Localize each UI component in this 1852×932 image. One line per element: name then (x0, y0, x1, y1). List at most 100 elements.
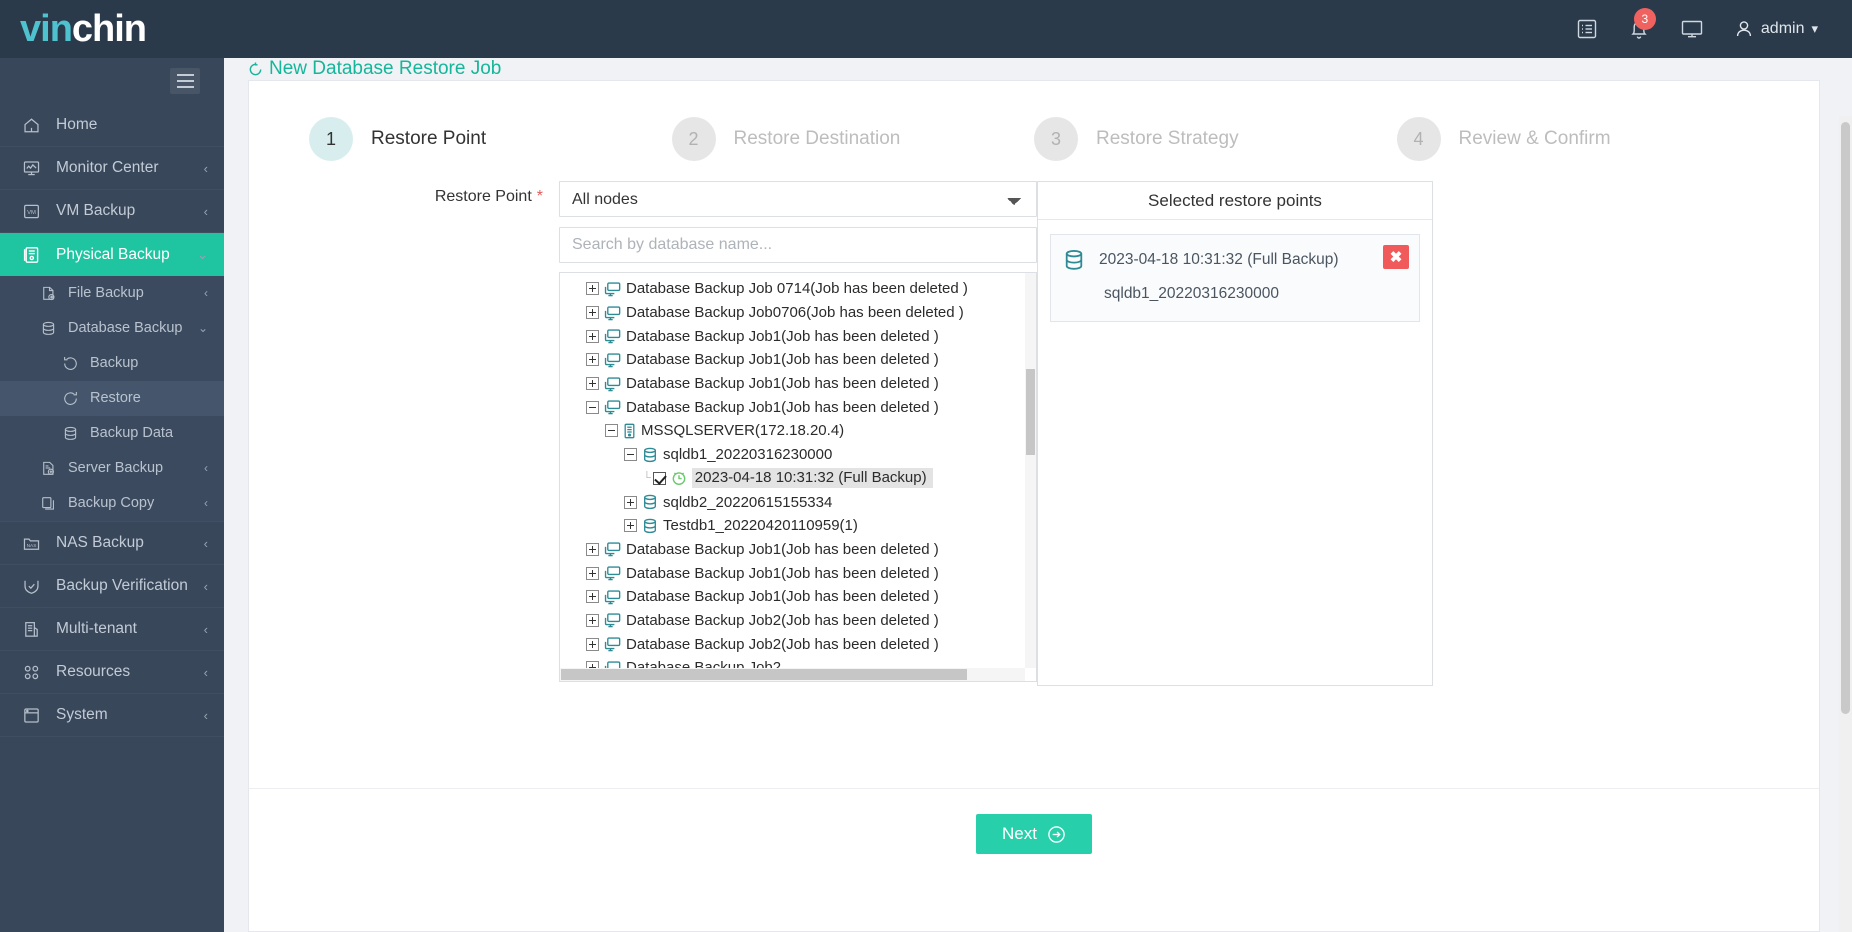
selected-restore-points-panel: Selected restore points 2023-04-18 10:31… (1037, 181, 1433, 686)
expand-node-icon[interactable] (586, 329, 599, 343)
bell-icon[interactable]: 3 (1628, 7, 1656, 41)
tree-node[interactable]: Database Backup Job1(Job has been delete… (560, 324, 1025, 348)
top-header-bar: vinchin 3 admin ▾ (0, 0, 1852, 58)
collapse-node-icon[interactable] (605, 424, 618, 438)
expand-node-icon[interactable] (586, 306, 599, 320)
wizard-step-2[interactable]: 2 Restore Destination (671, 117, 1035, 161)
sidebar-item-database-backup[interactable]: Database Backup ⌄ (0, 311, 224, 346)
expand-node-icon[interactable] (586, 613, 599, 627)
tree-node[interactable]: Database Backup Job2(Job has been delete… (560, 609, 1025, 633)
chevron-down-icon: ⌄ (197, 246, 208, 262)
home-icon (22, 116, 48, 135)
tree-node[interactable]: sqldb2_20220615155334 (560, 490, 1025, 514)
restore-point-tree: Database Backup Job 0714(Job has been de… (560, 273, 1025, 668)
collapse-node-icon[interactable] (586, 400, 599, 414)
sidebar-item-server-backup[interactable]: Server Backup ‹ (0, 451, 224, 486)
tree-node[interactable]: Database Backup Job1(Job has been delete… (560, 348, 1025, 372)
tree-node-label: Database Backup Job1(Job has been delete… (626, 398, 939, 416)
db-icon (642, 494, 658, 510)
node-select[interactable]: All nodes (559, 181, 1037, 217)
tree-horizontal-scrollbar[interactable] (560, 668, 1025, 681)
sidebar-item-system[interactable]: System ‹ (0, 694, 224, 737)
expand-node-icon[interactable] (586, 566, 599, 580)
chevron-down-icon: ⌄ (197, 321, 208, 335)
sidebar-item-label: Backup (90, 355, 139, 371)
tree-node-label: MSSQLSERVER(172.18.20.4) (641, 422, 845, 440)
expand-node-icon[interactable] (586, 637, 599, 651)
tree-node[interactable]: Database Backup Job1(Job has been delete… (560, 395, 1025, 419)
expand-node-icon[interactable] (624, 495, 637, 509)
tree-node[interactable]: MSSQLSERVER(172.18.20.4) (560, 419, 1025, 443)
user-menu[interactable]: admin ▾ (1734, 19, 1818, 39)
tree-node[interactable]: Database Backup Job1(Job has been delete… (560, 372, 1025, 396)
step-number: 4 (1396, 117, 1441, 161)
notification-badge: 3 (1633, 7, 1656, 30)
page-scrollbar[interactable] (1839, 116, 1852, 932)
host-icon (604, 376, 621, 392)
page-scrollbar-thumb[interactable] (1841, 122, 1850, 714)
tree-node[interactable]: Database Backup Job2 (560, 656, 1025, 668)
sidebar-item-label: Database Backup (68, 320, 183, 336)
expand-node-icon[interactable] (586, 542, 599, 556)
sidebar-item-backup-copy[interactable]: Backup Copy ‹ (0, 486, 224, 521)
host-icon (604, 352, 621, 368)
sidebar-item-monitor-center[interactable]: Monitor Center ‹ (0, 147, 224, 190)
sidebar-item-backup-verification[interactable]: Backup Verification ‹ (0, 565, 224, 608)
tree-vertical-scrollbar[interactable] (1025, 273, 1036, 668)
search-input[interactable] (559, 227, 1037, 263)
expand-node-icon[interactable] (586, 353, 599, 367)
tree-node-label: Database Backup Job1(Job has been delete… (626, 375, 939, 393)
host-icon (604, 660, 621, 668)
expand-node-icon[interactable] (586, 377, 599, 391)
tree-node-checkbox[interactable] (652, 471, 666, 485)
wizard-step-indicator: 1 Restore Point 2 Restore Destination 3 Resto… (249, 81, 1819, 181)
expand-node-icon[interactable] (586, 590, 599, 604)
remove-restore-point-button[interactable]: ✖ (1383, 245, 1409, 269)
tree-node[interactable]: Testdb1_20220420110959(1) (560, 514, 1025, 538)
sidebar-item-vm-backup[interactable]: VM VM Backup ‹ (0, 190, 224, 233)
tree-hscroll-thumb[interactable] (561, 669, 967, 680)
next-button[interactable]: Next (976, 814, 1092, 854)
wizard-step-3[interactable]: 3 Restore Strategy (1034, 117, 1397, 161)
list-icon[interactable] (1576, 18, 1598, 40)
sidebar-item-label: Restore (90, 390, 141, 406)
tree-vscroll-thumb[interactable] (1026, 369, 1035, 455)
wizard-step-4[interactable]: 4 Review & Confirm (1396, 117, 1760, 161)
app-root: vinchin 3 admin ▾ Home Monitor Center ‹ … (0, 0, 1852, 932)
sidebar-collapse-row (0, 58, 224, 104)
sidebar-item-file-backup[interactable]: File Backup ‹ (0, 276, 224, 311)
monitor-icon[interactable] (1680, 19, 1704, 39)
sidebar-item-nas-backup[interactable]: NAS NAS Backup ‹ (0, 522, 224, 565)
selected-entry-header: 2023-04-18 10:31:32 (Full Backup) (1063, 249, 1407, 271)
chevron-left-icon: ‹ (203, 535, 208, 551)
chevron-left-icon: ‹ (203, 664, 208, 680)
sidebar-item-physical-backup[interactable]: Physical Backup ⌄ (0, 233, 224, 276)
sidebar-item-resources[interactable]: Resources ‹ (0, 651, 224, 694)
tree-node-selected[interactable]: └ 2023-04-18 10:31:32 (Full Backup) (560, 467, 1025, 491)
wizard-card: 1 Restore Point 2 Restore Destination 3 Resto… (248, 80, 1820, 932)
vinchin-logo[interactable]: vinchin (0, 10, 264, 48)
sidebar-item-multi-tenant[interactable]: Multi-tenant ‹ (0, 608, 224, 651)
selected-entry-time: 2023-04-18 10:31:32 (Full Backup) (1099, 251, 1339, 268)
collapse-node-icon[interactable] (624, 448, 637, 462)
wizard-step-1[interactable]: 1 Restore Point (309, 117, 672, 161)
hamburger-menu-icon[interactable] (170, 68, 200, 94)
shield-check-icon (22, 577, 48, 596)
expand-node-icon[interactable] (624, 519, 637, 533)
sidebar-item-label: NAS Backup (56, 534, 144, 551)
tree-node[interactable]: sqldb1_20220316230000 (560, 443, 1025, 467)
expand-node-icon[interactable] (586, 282, 599, 296)
tree-node[interactable]: Database Backup Job1(Job has been delete… (560, 561, 1025, 585)
sidebar-item-backup[interactable]: Backup (0, 346, 224, 381)
sidebar-item-restore[interactable]: Restore (0, 381, 224, 416)
expand-node-icon[interactable] (586, 661, 599, 668)
tree-node[interactable]: Database Backup Job 0714(Job has been de… (560, 277, 1025, 301)
host-icon (604, 281, 621, 297)
tree-node[interactable]: Database Backup Job1(Job has been delete… (560, 585, 1025, 609)
tree-node[interactable]: Database Backup Job0706(Job has been del… (560, 301, 1025, 325)
tree-node[interactable]: Database Backup Job2(Job has been delete… (560, 632, 1025, 656)
sidebar-item-backup-data[interactable]: Backup Data (0, 416, 224, 451)
sidebar-item-home[interactable]: Home (0, 104, 224, 147)
tree-node[interactable]: Database Backup Job1(Job has been delete… (560, 538, 1025, 562)
copy-icon (40, 495, 62, 512)
